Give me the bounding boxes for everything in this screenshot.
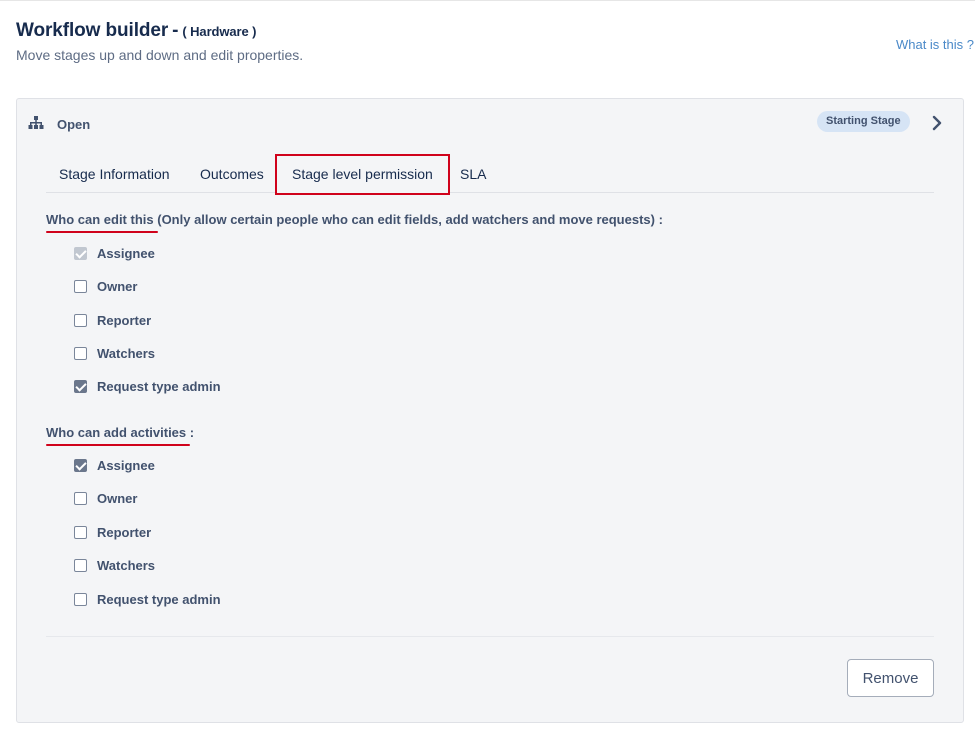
tab-outcomes[interactable]: Outcomes — [200, 155, 264, 193]
chevron-right-icon[interactable] — [927, 113, 947, 133]
edit-request-type-admin-label: Request type admin — [97, 378, 221, 394]
activities-option-owner[interactable]: Owner — [74, 489, 137, 507]
activities-assignee-checkbox[interactable] — [74, 458, 87, 472]
page-subtitle: Move stages up and down and edit propert… — [16, 47, 304, 63]
activities-request-type-admin-checkbox[interactable] — [74, 592, 87, 606]
activities-assignee-label: Assignee — [97, 457, 155, 473]
edit-assignee-label: Assignee — [97, 245, 155, 261]
edit-permission-heading: Who can edit this — [46, 212, 158, 233]
project-name: ( Hardware ) — [182, 24, 257, 39]
activities-watchers-label: Watchers — [97, 557, 156, 573]
edit-owner-label: Owner — [97, 278, 138, 294]
edit-option-reporter[interactable]: Reporter — [74, 311, 151, 329]
page-title-text: Workflow builder — [16, 20, 169, 41]
stage-card: Open Starting Stage Stage Information Ou… — [16, 98, 964, 723]
activities-permission-suffix: : — [186, 425, 195, 440]
activities-owner-checkbox[interactable] — [74, 491, 87, 505]
activities-watchers-checkbox[interactable] — [74, 558, 87, 572]
tab-stage-level-permission[interactable]: Stage level permission — [275, 154, 450, 195]
edit-reporter-checkbox[interactable] — [74, 313, 87, 327]
activities-permission-title: Who can add activities : — [46, 425, 195, 446]
edit-watchers-checkbox[interactable] — [74, 346, 87, 360]
activities-option-reporter[interactable]: Reporter — [74, 523, 151, 541]
stage-name: Open — [57, 117, 91, 132]
edit-option-request-type-admin[interactable]: Request type admin — [74, 377, 221, 395]
activities-option-watchers[interactable]: Watchers — [74, 556, 155, 574]
title-separator: - — [172, 20, 179, 41]
activities-option-assignee[interactable]: Assignee — [74, 456, 155, 474]
page-title: Workflow builder -( Hardware ) — [16, 20, 256, 42]
tab-stage-information[interactable]: Stage Information — [59, 155, 170, 193]
edit-watchers-label: Watchers — [97, 345, 156, 361]
tab-sla[interactable]: SLA — [460, 155, 486, 193]
starting-stage-badge: Starting Stage — [817, 111, 910, 132]
activities-reporter-checkbox[interactable] — [74, 525, 87, 539]
edit-option-watchers[interactable]: Watchers — [74, 344, 155, 362]
activities-request-type-admin-label: Request type admin — [97, 591, 221, 607]
edit-permission-description: (Only allow certain people who can edit … — [153, 212, 663, 227]
hierarchy-icon — [28, 116, 44, 129]
edit-option-owner[interactable]: Owner — [74, 277, 137, 295]
edit-assignee-checkbox[interactable] — [74, 246, 87, 260]
activities-owner-label: Owner — [97, 490, 138, 506]
stage-header[interactable]: Open Starting Stage — [17, 99, 963, 147]
activities-reporter-label: Reporter — [97, 524, 152, 540]
edit-permission-title: Who can edit this (Only allow certain pe… — [46, 212, 663, 233]
activities-option-request-type-admin[interactable]: Request type admin — [74, 590, 221, 608]
edit-owner-checkbox[interactable] — [74, 279, 87, 293]
footer-divider — [46, 636, 934, 637]
activities-permission-heading: Who can add activities — [46, 425, 191, 446]
stage-tabs: Stage Information Outcomes Stage level p… — [46, 154, 934, 195]
remove-button[interactable]: Remove — [847, 659, 934, 697]
edit-option-assignee[interactable]: Assignee — [74, 244, 155, 262]
edit-request-type-admin-checkbox[interactable] — [74, 379, 87, 393]
top-divider — [0, 0, 975, 1]
edit-reporter-label: Reporter — [97, 312, 152, 328]
what-is-this-link[interactable]: What is this ? — [896, 37, 974, 52]
